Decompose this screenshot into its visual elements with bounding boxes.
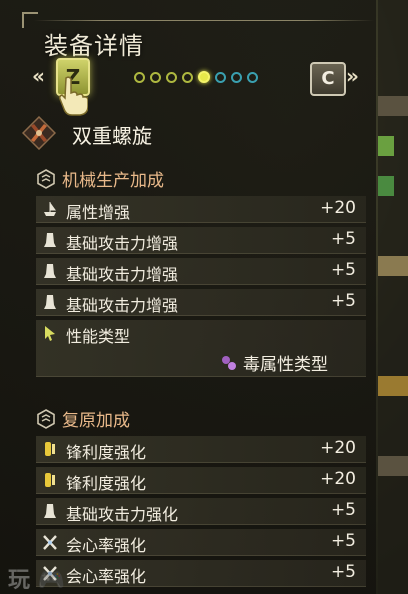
adjacent-slot: [378, 456, 408, 476]
bonus-value: +5: [330, 562, 356, 582]
bonus-row[interactable]: 会心率强化 +5: [36, 560, 366, 587]
boat-icon: [44, 202, 56, 216]
cursor-icon: [45, 326, 55, 341]
watermark-logo: 玩 🎮: [8, 568, 66, 593]
bonus-row[interactable]: 会心率强化 +5: [36, 529, 366, 556]
dual-blades-icon: [22, 116, 56, 150]
bonus-row[interactable]: 基础攻击力增强 +5: [36, 258, 366, 285]
next-key-button[interactable]: C: [310, 62, 346, 96]
performance-type-value: 毒属性类型: [221, 350, 328, 375]
equipment-detail-panel: 装备详情 « Z C » 双重螺旋 机械生产加成 属性增强 +20 基础攻击力增…: [0, 0, 376, 594]
bonus-value: +5: [330, 531, 356, 551]
bonus-label: 会心率强化: [66, 567, 147, 586]
adjacent-slot: [378, 256, 408, 276]
section-title-label: 机械生产加成: [62, 171, 164, 191]
bonus-row[interactable]: 锋利度强化 +20: [36, 436, 366, 463]
page-dot[interactable]: [166, 71, 177, 83]
bonus-row[interactable]: 基础攻击力增强 +5: [36, 289, 366, 316]
hex-badge-icon: [37, 408, 55, 429]
bonus-label: 属性增强: [66, 203, 131, 222]
bonus-label: 基础攻击力强化: [66, 505, 179, 524]
page-dot-active[interactable]: [198, 71, 210, 83]
weapon-name: 双重螺旋: [72, 124, 152, 148]
bonus-row[interactable]: 基础攻击力强化 +5: [36, 498, 366, 525]
weapon-header: 双重螺旋: [20, 114, 370, 150]
next-page-arrow[interactable]: »: [346, 64, 359, 88]
page-title: 装备详情: [44, 32, 144, 60]
performance-type-text: 毒属性类型: [243, 355, 328, 375]
bonus-label: 会心率强化: [66, 536, 147, 555]
page-dot[interactable]: [247, 71, 258, 83]
bonus-value: +20: [320, 198, 356, 218]
tooth-icon: [44, 295, 56, 309]
crossed-blades-icon: [43, 535, 57, 550]
bonus-value: +20: [320, 469, 356, 489]
adjacent-slot: [378, 136, 394, 156]
whetstone-icon: [45, 442, 55, 456]
page-dot[interactable]: [134, 71, 145, 83]
bonus-row[interactable]: 锋利度强化 +20: [36, 467, 366, 494]
whetstone-icon: [45, 473, 55, 487]
bonus-value: +5: [330, 229, 356, 249]
bonus-label: 基础攻击力增强: [66, 265, 179, 284]
pointer-hand-icon: [59, 76, 88, 116]
bonus-value: +5: [330, 500, 356, 520]
adjacent-panel-edge: [378, 0, 408, 594]
bonus-value: +5: [330, 260, 356, 280]
bonus-label: 基础攻击力增强: [66, 234, 179, 253]
page-dot[interactable]: [231, 71, 242, 83]
bonus-value: +5: [330, 291, 356, 311]
tooth-icon: [44, 504, 56, 518]
page-dot[interactable]: [215, 71, 226, 83]
section-title-label: 复原加成: [62, 411, 130, 431]
tooth-icon: [44, 264, 56, 278]
bonus-label: 性能类型: [66, 327, 131, 346]
bonus-row[interactable]: 属性增强 +20: [36, 196, 366, 223]
bonus-row[interactable]: 基础攻击力增强 +5: [36, 227, 366, 254]
bonus-row-performance-type[interactable]: 性能类型 毒属性类型: [36, 320, 366, 377]
section-title-restore-bonus: 复原加成: [36, 406, 130, 431]
adjacent-slot: [378, 376, 408, 396]
poison-gem-icon: [222, 355, 236, 370]
bonus-label: 锋利度强化: [66, 443, 147, 462]
bonus-list-restore: 锋利度强化 +20 锋利度强化 +20 基础攻击力强化 +5 会心率强化 +5: [36, 436, 366, 591]
page-indicator: [134, 70, 263, 84]
section-title-machine-production: 机械生产加成: [36, 166, 164, 191]
bonus-label: 基础攻击力增强: [66, 296, 179, 315]
panel-top-border: [34, 20, 374, 21]
page-dot[interactable]: [182, 71, 193, 83]
tooth-icon: [44, 233, 56, 247]
page-dot[interactable]: [150, 71, 161, 83]
bonus-list-machine-production: 属性增强 +20 基础攻击力增强 +5 基础攻击力增强 +5 基础攻击力增强 +…: [36, 196, 366, 381]
bonus-value: +20: [320, 438, 356, 458]
adjacent-slot: [378, 96, 408, 116]
hex-badge-icon: [37, 168, 55, 189]
prev-page-arrow[interactable]: «: [32, 64, 45, 88]
bonus-label: 锋利度强化: [66, 474, 147, 493]
adjacent-slot: [378, 176, 394, 196]
